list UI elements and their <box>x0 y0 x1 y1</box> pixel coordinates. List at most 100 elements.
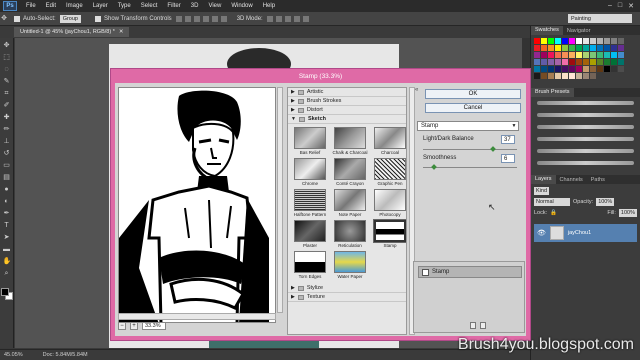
color-swatch[interactable] <box>597 45 603 51</box>
menu-help[interactable]: Help <box>258 3 280 9</box>
menu-layer[interactable]: Layer <box>88 3 113 9</box>
color-swatch[interactable] <box>604 52 610 58</box>
filter-stamp[interactable]: Stamp <box>372 219 406 248</box>
opacity-field[interactable]: 100% <box>596 198 615 206</box>
eyedropper-icon[interactable]: ✐ <box>3 102 11 110</box>
color-swatch[interactable] <box>569 52 575 58</box>
smoothness-slider-track[interactable] <box>423 167 517 168</box>
layer-name[interactable]: jayChou1 <box>568 230 591 236</box>
color-swatch[interactable] <box>604 38 610 44</box>
visibility-eye-icon[interactable]: 👁 <box>537 229 546 237</box>
expand-arrow-icon[interactable]: ▶ <box>291 98 295 104</box>
filter-water-paper[interactable]: Water Paper <box>332 251 368 279</box>
color-swatch[interactable] <box>611 52 617 58</box>
category-brush-strokes[interactable]: ▶ Brush Strokes <box>288 97 406 106</box>
color-swatch[interactable] <box>618 45 624 51</box>
menu-filter[interactable]: Filter <box>162 3 185 9</box>
color-swatches[interactable] <box>0 288 13 300</box>
color-swatch[interactable] <box>576 52 582 58</box>
3d-scale-icon[interactable] <box>302 15 309 22</box>
color-swatch[interactable] <box>576 38 582 44</box>
menu-image[interactable]: Image <box>61 3 88 9</box>
filter-reticulation[interactable]: Reticulation <box>332 220 368 248</box>
3d-roll-icon[interactable] <box>275 15 282 22</box>
color-swatch[interactable] <box>541 59 547 65</box>
tab-layers[interactable]: Layers <box>531 175 556 184</box>
tab-paths[interactable]: Paths <box>587 177 609 183</box>
auto-select-checkbox[interactable] <box>14 15 20 22</box>
filter-photocopy[interactable]: Photocopy <box>372 189 406 217</box>
filter-charcoal[interactable]: Charcoal <box>372 127 406 155</box>
category-texture[interactable]: ▶ Texture <box>288 293 406 302</box>
color-swatch[interactable] <box>576 66 582 72</box>
color-swatch[interactable] <box>548 45 554 51</box>
eraser-icon[interactable]: ▭ <box>3 162 11 170</box>
color-swatch[interactable] <box>569 59 575 65</box>
color-swatch[interactable] <box>555 59 561 65</box>
color-swatch[interactable] <box>597 38 603 44</box>
color-swatch[interactable] <box>541 38 547 44</box>
minimize-icon[interactable]: – <box>608 2 612 10</box>
color-swatch[interactable] <box>618 38 624 44</box>
zoom-value-dropdown[interactable]: 33.3% <box>142 321 166 330</box>
filter-halftone-pattern[interactable]: Halftone Pattern <box>292 189 328 217</box>
color-swatch[interactable] <box>534 73 540 79</box>
menu-3d[interactable]: 3D <box>186 3 204 9</box>
effect-visibility-icon[interactable] <box>422 268 429 276</box>
color-swatch[interactable] <box>576 73 582 79</box>
color-swatch[interactable] <box>562 59 568 65</box>
category-sketch[interactable]: ▼ Sketch <box>288 115 406 124</box>
pen-icon[interactable]: ✒ <box>3 210 11 218</box>
align-center-icon[interactable] <box>211 15 218 22</box>
color-swatch[interactable] <box>583 73 589 79</box>
zoom-out-button[interactable]: − <box>118 321 126 330</box>
color-swatch[interactable] <box>611 66 617 72</box>
color-swatch[interactable] <box>604 59 610 65</box>
filter-torn-edges[interactable]: Torn Edges <box>292 251 328 279</box>
brush-stroke-preview[interactable] <box>537 125 634 129</box>
color-swatch[interactable] <box>534 52 540 58</box>
color-swatch[interactable] <box>618 59 624 65</box>
color-swatch[interactable] <box>611 59 617 65</box>
color-swatch[interactable] <box>541 73 547 79</box>
align-left-icon[interactable] <box>202 15 209 22</box>
color-swatch[interactable] <box>583 59 589 65</box>
color-swatch[interactable] <box>562 73 568 79</box>
fill-field[interactable]: 100% <box>618 209 637 217</box>
color-swatch[interactable] <box>576 45 582 51</box>
smoothness-input[interactable]: 6 <box>501 154 515 163</box>
brush-icon[interactable]: ✏ <box>3 126 11 134</box>
filter-preview[interactable] <box>118 87 276 323</box>
layer-row[interactable]: 👁 jayChou1 <box>534 224 637 242</box>
preview-horizontal-scrollbar[interactable] <box>118 313 276 320</box>
filter-dropdown[interactable]: Stamp ▼ <box>417 121 519 131</box>
filter-graphic-pen[interactable]: Graphic Pen <box>372 158 406 186</box>
color-swatch[interactable] <box>590 38 596 44</box>
color-swatch[interactable] <box>541 52 547 58</box>
zoom-level[interactable]: 45.05% <box>4 352 23 358</box>
lasso-icon[interactable]: ◌ <box>3 66 11 74</box>
3d-rotate-icon[interactable] <box>266 15 273 22</box>
color-swatch[interactable] <box>548 66 554 72</box>
menu-type[interactable]: Type <box>113 3 136 9</box>
filter-conte-crayon[interactable]: Conté Crayon <box>332 158 368 186</box>
color-swatch[interactable] <box>555 73 561 79</box>
color-swatch[interactable] <box>548 38 554 44</box>
color-swatch[interactable] <box>569 45 575 51</box>
close-icon[interactable]: ✕ <box>628 2 634 10</box>
color-swatch[interactable] <box>534 45 540 51</box>
filter-note-paper[interactable]: Note Paper <box>332 189 368 217</box>
color-swatch[interactable] <box>597 66 603 72</box>
filter-chrome[interactable]: Chrome <box>292 158 328 186</box>
move-icon[interactable]: ✥ <box>3 42 11 50</box>
brush-stroke-preview[interactable] <box>537 101 634 105</box>
color-swatch[interactable] <box>548 52 554 58</box>
quick-select-icon[interactable]: ✎ <box>3 78 11 86</box>
color-swatch[interactable] <box>618 52 624 58</box>
color-swatch[interactable] <box>590 66 596 72</box>
menu-select[interactable]: Select <box>136 3 163 9</box>
document-tab[interactable]: Untitled-1 @ 45% (jayChou1, RGB/8) * ✕ <box>14 27 130 37</box>
brush-stroke-preview[interactable] <box>537 161 634 165</box>
new-effect-layer-icon[interactable] <box>470 322 476 329</box>
expand-arrow-icon[interactable]: ▶ <box>291 107 295 113</box>
